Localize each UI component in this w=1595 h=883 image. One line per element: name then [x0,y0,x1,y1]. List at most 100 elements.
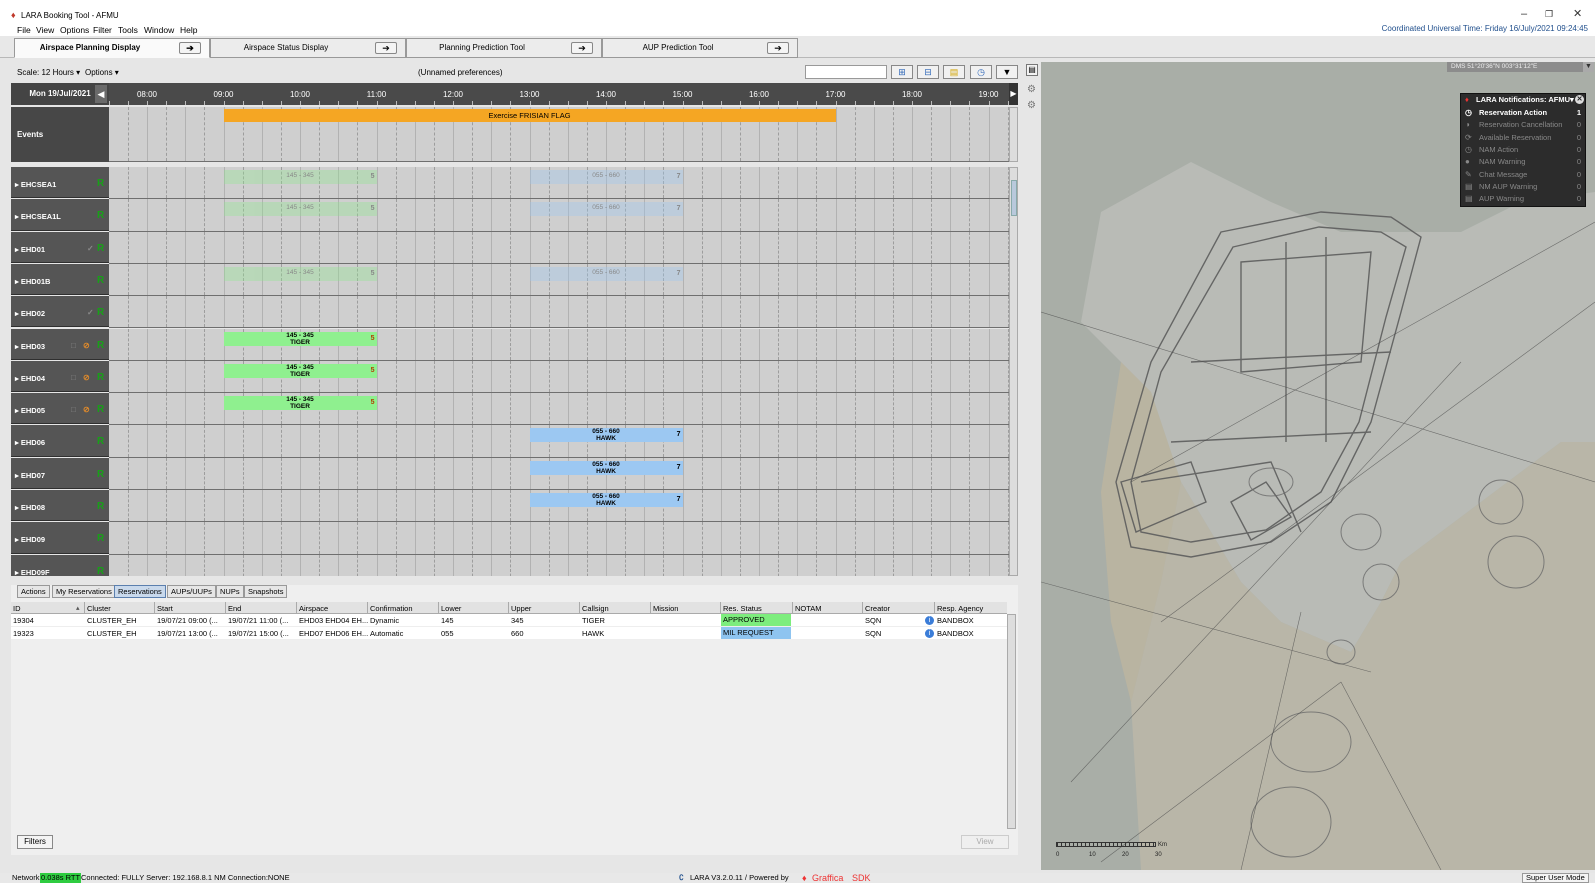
minimize-icon[interactable]: – [1521,8,1527,20]
pan-gear-icon[interactable]: ⚙ [1027,100,1036,111]
settings-gear-icon[interactable]: ⚙ [1027,84,1036,95]
table-column-header[interactable]: Callsign [582,604,609,613]
table-column-header[interactable]: NOTAM [795,604,822,613]
airspace-row-label[interactable]: ▸ EHD03 □ ⊘ R [11,328,109,360]
info-icon[interactable]: i [925,616,934,625]
airspace-row-label[interactable]: ▸ EHD09F R [11,554,109,576]
table-column-header[interactable]: End [228,604,241,613]
notification-item[interactable]: ● NAM Warning 0 [1461,156,1587,168]
booking-bar[interactable]: 145 - 345 5 [223,170,377,184]
filters-button[interactable]: Filters [17,835,53,849]
table-column-header[interactable]: Start [157,604,173,613]
tab-airspace-planning-display[interactable]: Airspace Planning Display ➔ [14,38,210,58]
table-column-header[interactable]: Upper [511,604,531,613]
filter-icon[interactable]: ▼ [996,65,1018,79]
menu-help[interactable]: Help [180,25,197,35]
booking-bar[interactable]: 055 - 660 HAWK 7 [529,428,683,443]
airspace-row-label[interactable]: ▸ EHD02 ✓ R [11,296,109,328]
airspace-row-label[interactable]: ▸ EHD04 □ ⊘ R [11,360,109,393]
rows-scrollbar[interactable] [1009,167,1018,576]
tab-nups[interactable]: NUPs [216,585,244,598]
table-column-header[interactable]: Res. Status [723,604,762,613]
zoom-out-icon[interactable]: ⊟ [917,65,939,79]
table-column-header[interactable]: Cluster [87,604,111,613]
layers-icon[interactable]: ▤ [1026,64,1038,76]
restore-icon[interactable]: ❐ [1545,8,1553,20]
tab-reservations[interactable]: Reservations [114,585,166,598]
table-column-header[interactable]: Resp. Agency [937,604,983,613]
notifications-header[interactable]: ♦ LARA Notifications: AFMU▾ ✕ [1461,94,1587,106]
warning-icon[interactable]: ⊘ [83,341,90,350]
airspace-row-label[interactable]: ▸ EHD09 R [11,522,109,554]
menu-options[interactable]: Options [60,25,89,35]
notification-item[interactable]: ▤ AUP Warning 0 [1461,193,1587,205]
popout-arrow-icon[interactable]: ➔ [571,42,593,54]
tab-aup-prediction-tool[interactable]: AUP Prediction Tool ➔ [602,38,798,58]
menu-window[interactable]: Window [144,25,174,35]
table-column-header[interactable]: ID [13,604,21,613]
tab-aups-uups[interactable]: AUPs/UUPs [167,585,216,598]
close-icon[interactable]: ✕ [1573,8,1582,20]
previous-day-icon[interactable]: ◀ [95,85,107,103]
booking-bar[interactable]: 145 - 345 TIGER 5 [223,331,377,346]
clock-icon[interactable]: ◷ [970,65,992,79]
event-bar-exercise[interactable]: Exercise FRISIAN FLAG [223,109,836,122]
notification-item[interactable]: ⟳ Available Reservation 0 [1461,132,1587,144]
table-row[interactable]: 19323 CLUSTER_EH 19/07/21 13:00 (... 19/07/… [11,627,1007,640]
popout-arrow-icon[interactable]: ➔ [179,42,201,54]
events-scrollbar[interactable] [1009,107,1018,162]
search-input[interactable] [805,65,887,79]
tab-snapshots[interactable]: Snapshots [244,585,288,598]
table-scrollbar[interactable] [1007,614,1016,829]
document-icon[interactable]: □ [71,405,76,414]
table-column-header[interactable]: Lower [441,604,461,613]
airspace-row-label[interactable]: ▸ EHCSEA1 R [11,167,109,199]
tab-actions[interactable]: Actions [17,585,50,598]
view-button[interactable]: View [961,835,1009,849]
notification-item[interactable]: ◷ NAM Action 0 [1461,144,1587,156]
menu-file[interactable]: File [17,25,31,35]
document-icon[interactable]: □ [71,341,76,350]
close-notifications-icon[interactable]: ✕ [1575,95,1584,104]
zoom-in-icon[interactable]: ⊞ [891,65,913,79]
options-dropdown[interactable]: Options ▾ [85,68,119,77]
popout-arrow-icon[interactable]: ➔ [767,42,789,54]
table-column-header[interactable]: Creator [865,604,890,613]
rows-scroll-thumb[interactable] [1011,180,1017,216]
booking-bar[interactable]: 145 - 345 TIGER 5 [223,396,377,411]
tab-my-reservations[interactable]: My Reservations [52,585,116,598]
coordinate-format-dropdown[interactable]: ▼ [1583,62,1594,72]
airspace-row-label[interactable]: ▸ EHCSEA1L R [11,199,109,231]
menu-view[interactable]: View [36,25,54,35]
menu-tools[interactable]: Tools [118,25,138,35]
warning-icon[interactable]: ⊘ [83,405,90,414]
next-time-icon[interactable]: ▶ [1009,83,1018,105]
notification-item[interactable]: ◑ Reservation Cancellation 0 [1461,119,1587,131]
table-column-header[interactable]: Confirmation [370,604,413,613]
booking-bar[interactable]: 055 - 660 7 [529,170,683,184]
booking-bar[interactable]: 055 - 660 HAWK 7 [529,493,683,507]
booking-bar[interactable]: 055 - 660 HAWK 7 [529,460,683,475]
airspace-row-label[interactable]: ▸ EHD07 R [11,457,109,489]
menu-filter[interactable]: Filter [93,25,112,35]
airspace-row-label[interactable]: ▸ EHD06 R [11,425,109,457]
sort-ascending-icon[interactable]: ▴ [76,604,80,612]
table-column-header[interactable]: Airspace [299,604,328,613]
booking-bar[interactable]: 145 - 345 5 [223,202,377,217]
document-icon[interactable]: □ [71,373,76,382]
booking-bar[interactable]: 145 - 345 TIGER 5 [223,363,377,378]
scale-dropdown[interactable]: Scale: 12 Hours ▾ [17,68,80,77]
booking-bar[interactable]: 055 - 660 7 [529,202,683,217]
airspace-row-label[interactable]: ▸ EHD01B R [11,263,109,296]
booking-bar[interactable]: 055 - 660 7 [529,266,683,281]
folder-icon[interactable]: ▤ [943,65,965,79]
table-column-header[interactable]: Mission [653,604,678,613]
notification-item[interactable]: ◷ Reservation Action 1 [1461,107,1587,119]
tab-airspace-status-display[interactable]: Airspace Status Display ➔ [210,38,406,58]
airspace-row-label[interactable]: ▸ EHD08 R [11,490,109,522]
airspace-row-label[interactable]: ▸ EHD01 ✓ R [11,231,109,263]
warning-icon[interactable]: ⊘ [83,373,90,382]
notification-item[interactable]: ✎ Chat Message 0 [1461,169,1587,181]
booking-bar[interactable]: 145 - 345 5 [223,266,377,281]
notification-item[interactable]: ▤ NM AUP Warning 0 [1461,181,1587,193]
